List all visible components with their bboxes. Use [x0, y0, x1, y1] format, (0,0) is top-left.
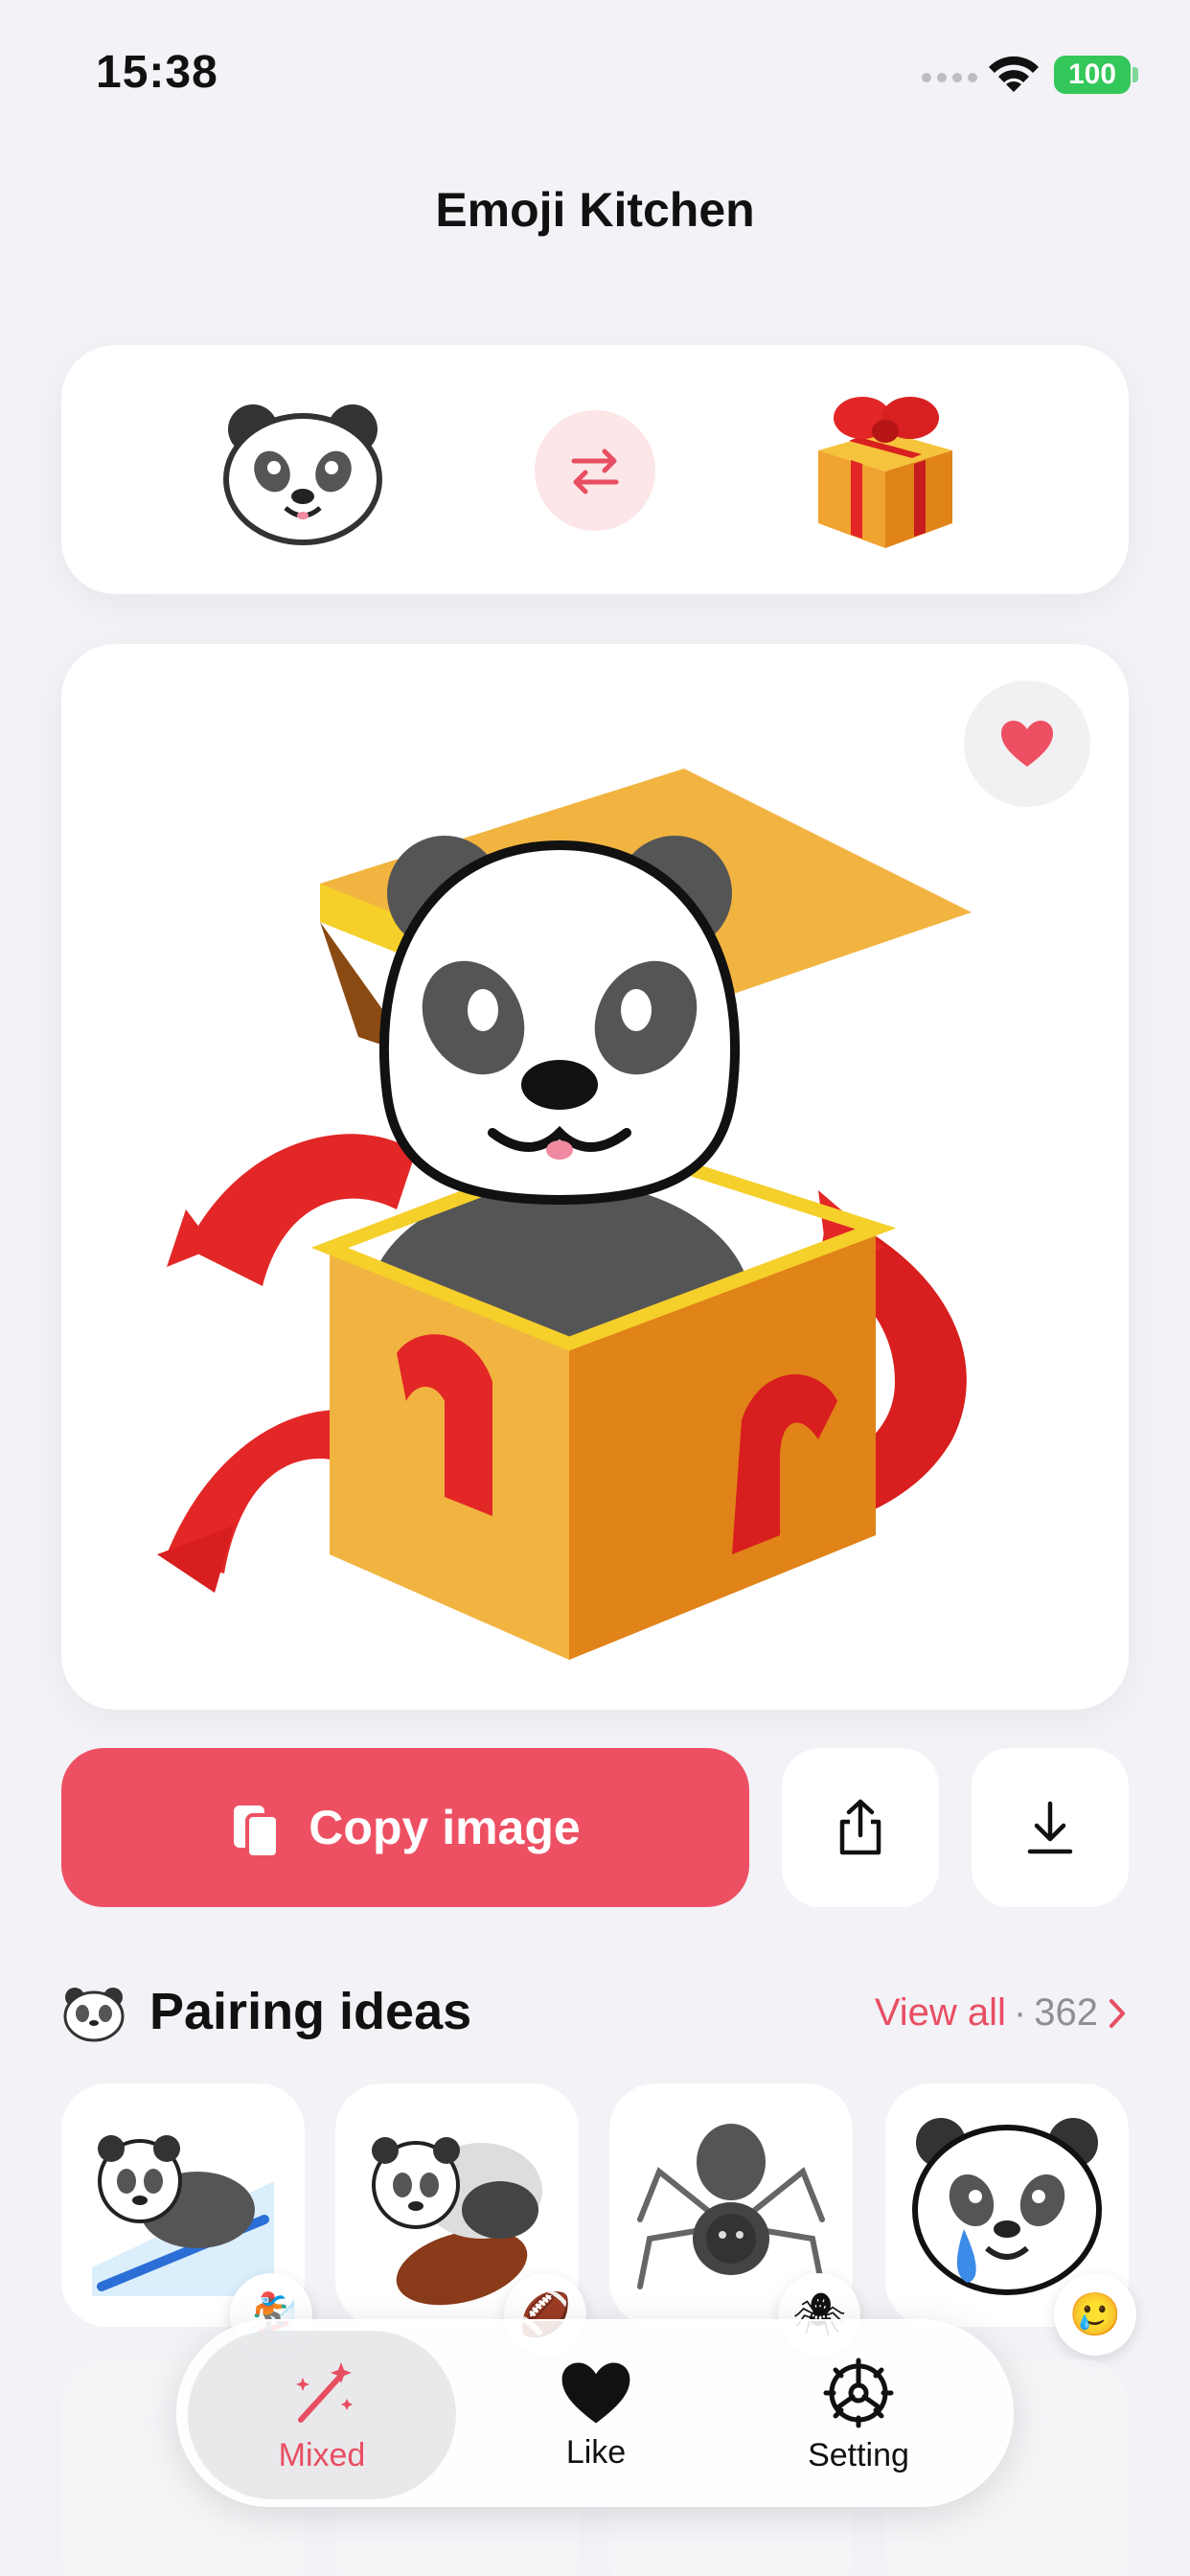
panda-gift-image[interactable] [128, 692, 1067, 1669]
panda-spider-image [637, 2124, 825, 2289]
battery-icon: 100 [1054, 56, 1131, 94]
panda-crying-image [912, 2118, 1102, 2295]
tab-setting-label: Setting [808, 2436, 909, 2473]
copy-image-button[interactable]: Copy image [61, 1748, 749, 1907]
download-icon [1027, 1801, 1073, 1854]
pairing-ideas-list: 🏂 🏈 🕷 🥲 [61, 2083, 1136, 2356]
status-bar: 15:38 100 [0, 0, 1190, 144]
pairing-item-snowboard[interactable]: 🏂 [61, 2083, 312, 2356]
panda-football-image [372, 2137, 542, 2306]
battery-tip [1133, 67, 1138, 82]
crying-badge: 🥲 [1054, 2273, 1136, 2356]
tab-setting[interactable]: Setting [724, 2331, 993, 2499]
heart-icon [1001, 721, 1053, 767]
gear-icon [823, 2358, 894, 2427]
section-title: Pairing ideas [149, 1983, 472, 2040]
copy-image-label: Copy image [309, 1801, 581, 1854]
pairing-item-crying[interactable]: 🥲 [885, 2083, 1136, 2356]
share-icon [839, 1799, 881, 1855]
signal-icon [922, 73, 977, 82]
wifi-icon [989, 56, 1039, 92]
mixed-emoji-preview [61, 644, 1129, 1710]
pairing-count: 362 [1034, 1991, 1098, 2034]
panda-icon [63, 1988, 125, 2042]
page-title: Emoji Kitchen [435, 183, 755, 237]
swap-button[interactable] [535, 410, 655, 531]
swap-arrows-icon [571, 448, 619, 494]
share-button[interactable] [782, 1748, 939, 1907]
emoji-picker-card [61, 345, 1129, 594]
pairing-item-football[interactable]: 🏈 [335, 2083, 586, 2356]
view-all-separator: · [1013, 1991, 1027, 2034]
tab-like-label: Like [565, 2433, 627, 2471]
left-emoji-panda[interactable] [217, 383, 389, 556]
magic-wand-icon [296, 2361, 353, 2423]
tab-mixed[interactable]: Mixed [188, 2331, 456, 2499]
pairing-ideas-header: Pairing ideas View all · 362 [61, 1978, 1129, 2047]
heart-icon [561, 2362, 630, 2423]
view-all-label: View all [874, 1991, 1006, 2034]
view-all-link[interactable]: View all · 362 [875, 1991, 1129, 2035]
copy-icon [234, 1806, 281, 1859]
status-time: 15:38 [96, 47, 218, 98]
panda-snowboard-image [92, 2135, 274, 2296]
chevron-right-icon [1110, 1998, 1125, 2028]
tab-mixed-label: Mixed [278, 2436, 366, 2473]
favorite-button[interactable] [964, 680, 1090, 807]
download-button[interactable] [972, 1748, 1129, 1907]
tab-like[interactable]: Like [462, 2331, 730, 2499]
right-emoji-gift[interactable] [799, 383, 972, 556]
tab-bar: Mixed Like Setting [176, 2319, 1014, 2507]
pairing-item-spider[interactable]: 🕷 [609, 2083, 860, 2356]
